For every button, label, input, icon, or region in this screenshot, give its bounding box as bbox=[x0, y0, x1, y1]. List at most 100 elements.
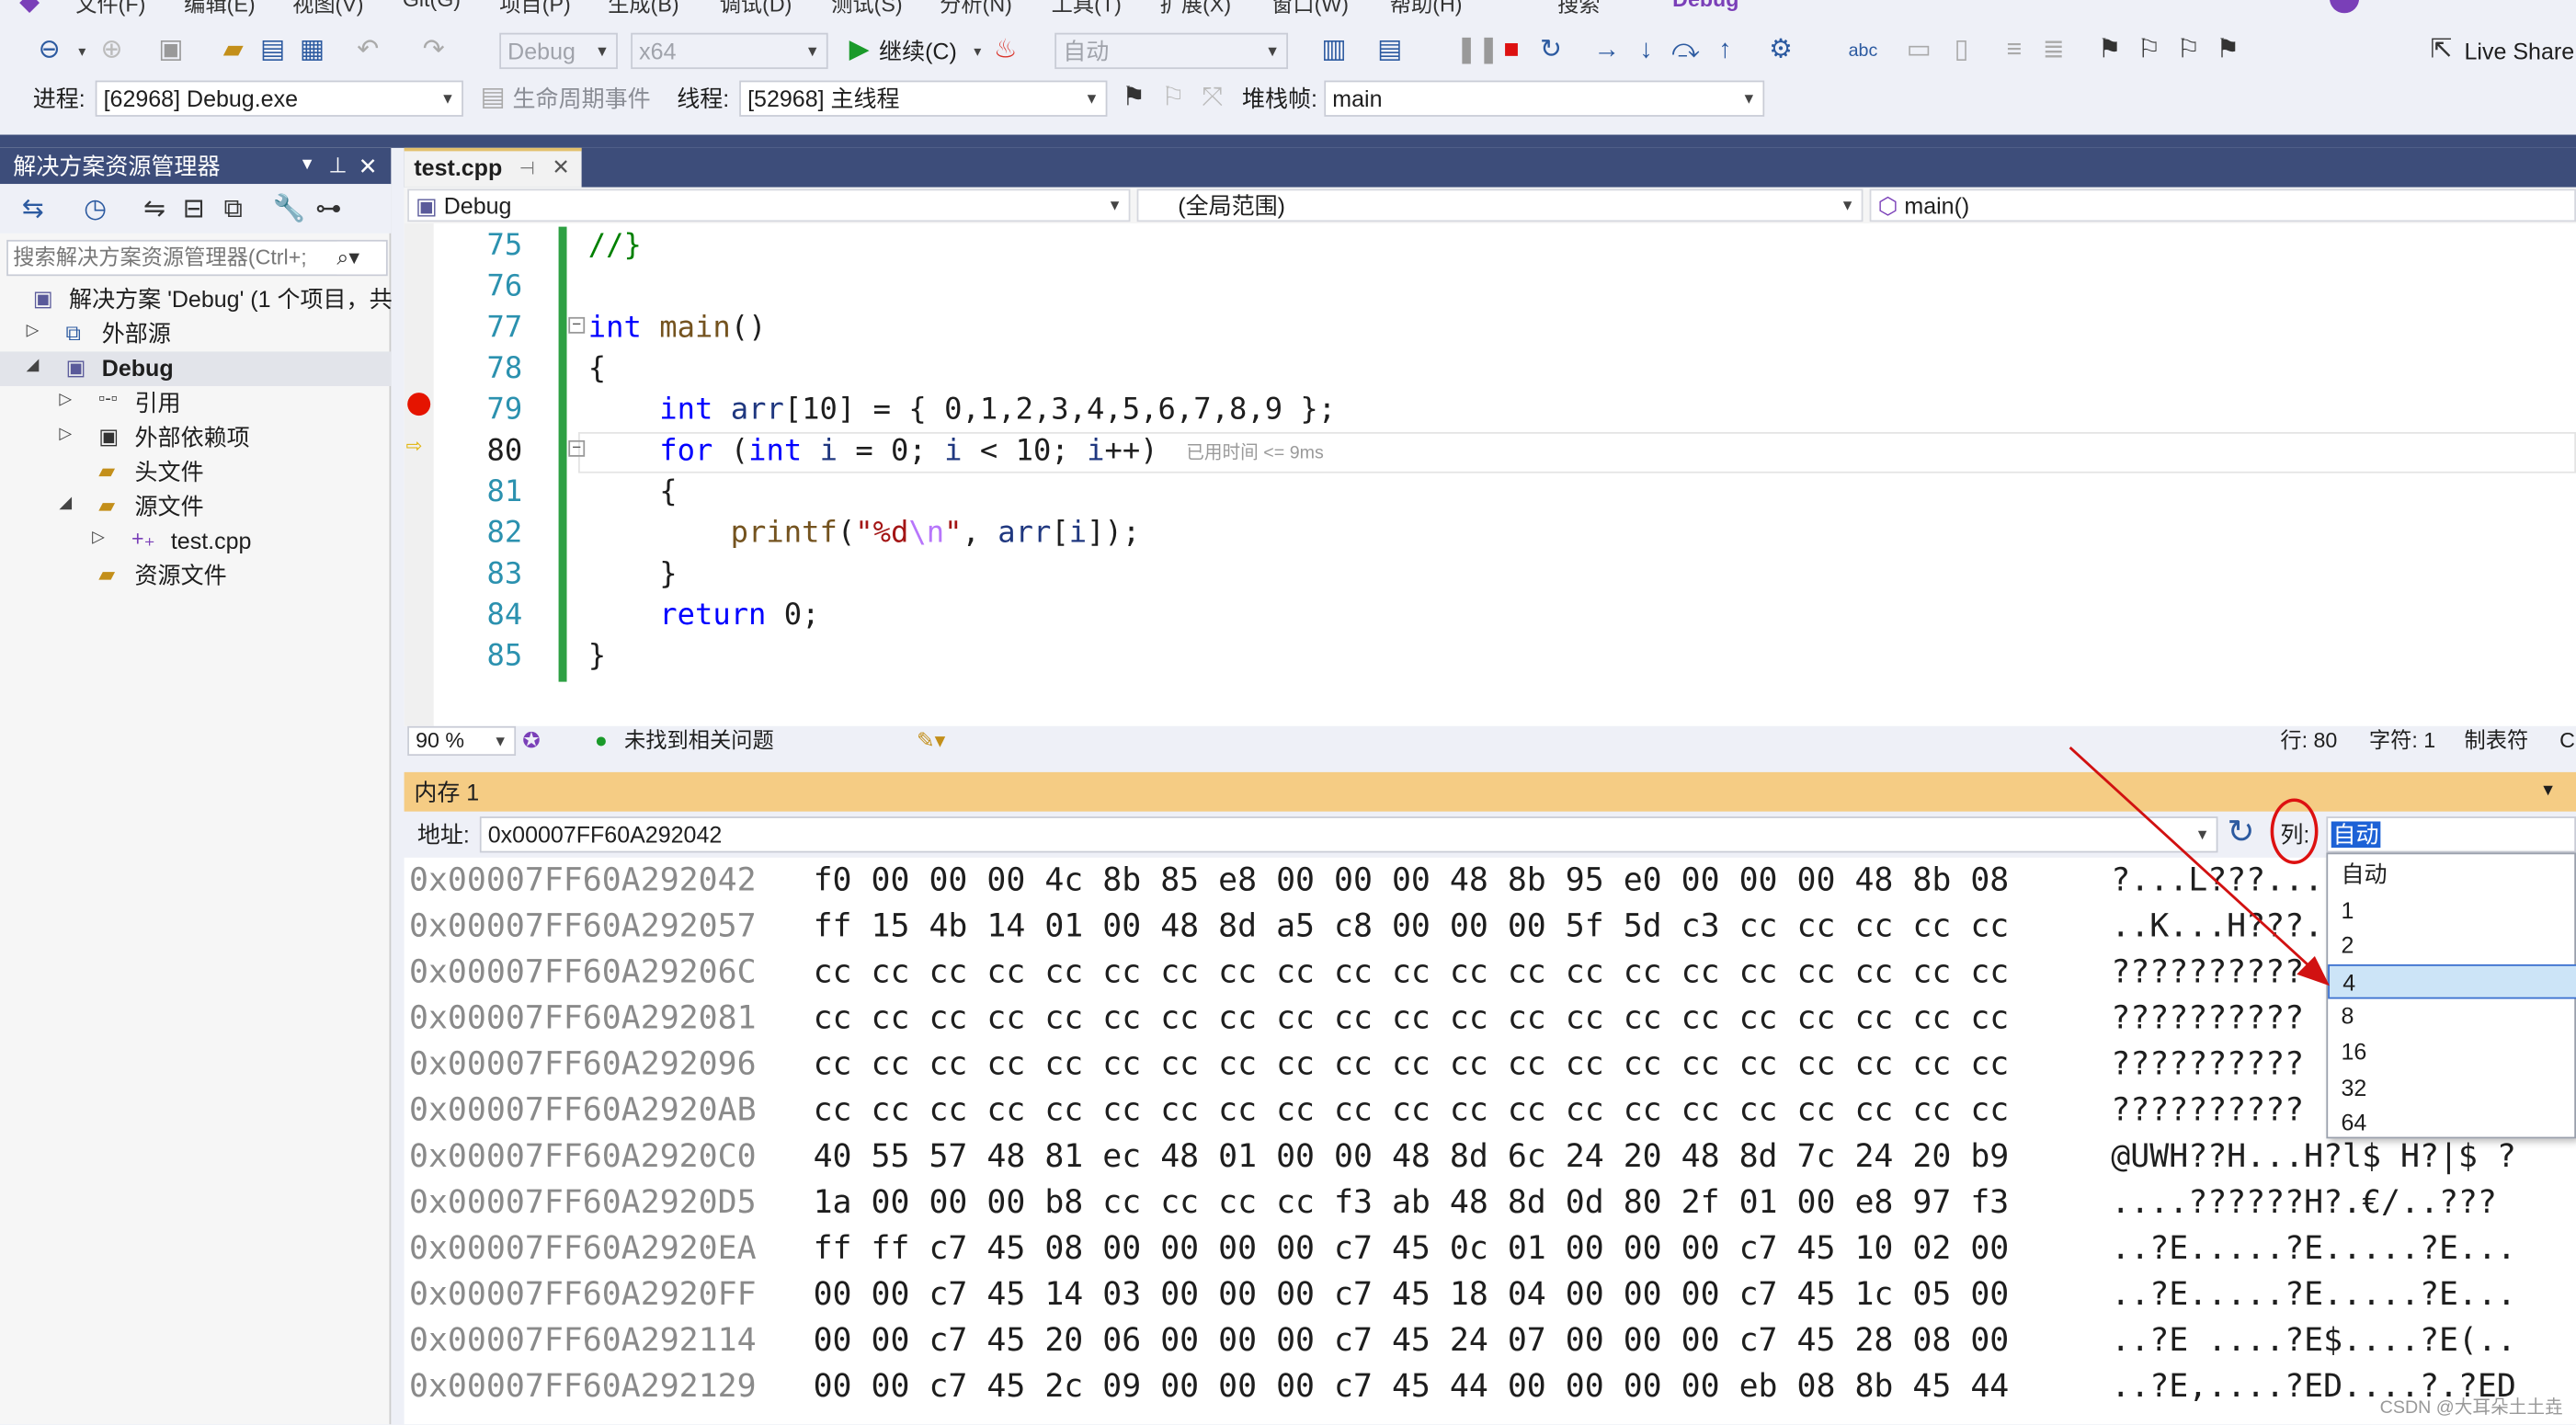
memory-hex-bytes[interactable]: cc cc cc cc cc cc cc cc cc cc cc cc cc c… bbox=[814, 1042, 2010, 1088]
memory-hex-bytes[interactable]: 00 00 c7 45 2c 09 00 00 00 c7 45 44 00 0… bbox=[814, 1363, 2010, 1409]
memory-hex-bytes[interactable]: cc cc cc cc cc cc cc cc cc cc cc cc cc c… bbox=[814, 1088, 2010, 1134]
new-project-icon[interactable]: ▣ bbox=[154, 35, 188, 68]
code-editor[interactable]: ⇨ 75 76 77 78 79 80 81 82 83 84 85 − − /… bbox=[404, 223, 2576, 726]
search-icon[interactable]: ⌕▾ bbox=[336, 241, 383, 275]
stop-icon[interactable]: ■ bbox=[1495, 35, 1528, 68]
hex-display-icon[interactable]: ⚙ bbox=[1764, 35, 1797, 68]
collapse-icon[interactable]: ◢ bbox=[59, 495, 72, 513]
switch-views-icon[interactable]: ⇆ bbox=[17, 194, 50, 227]
columns-option[interactable]: 自动 bbox=[2328, 858, 2576, 894]
uncomment-icon[interactable]: ▯ bbox=[1945, 35, 1978, 68]
line-ending-indicator[interactable]: C bbox=[2559, 726, 2575, 756]
memory-hex-bytes[interactable]: 00 00 c7 45 14 03 00 00 00 c7 45 18 04 0… bbox=[814, 1271, 2010, 1317]
memory-hex-bytes[interactable]: cc cc cc cc cc cc cc cc cc cc cc cc cc c… bbox=[814, 996, 2010, 1042]
tab-test-cpp[interactable]: test.cpp ⊣ ✕ bbox=[404, 147, 582, 188]
close-icon[interactable]: ✕ bbox=[552, 151, 569, 184]
live-share-icon[interactable]: ⇱ bbox=[2425, 35, 2458, 68]
memory-hex-bytes[interactable]: 40 55 57 48 81 ec 48 01 00 00 48 8d 6c 2… bbox=[814, 1134, 2010, 1180]
tree-item-external-dependencies[interactable]: 外部依赖项 bbox=[135, 420, 250, 455]
function-nav-select[interactable]: ⬡ main() bbox=[1869, 188, 2576, 222]
indicator-margin[interactable] bbox=[404, 223, 434, 726]
show-all-files-icon[interactable]: ⧉ bbox=[217, 194, 250, 227]
dropdown-icon[interactable]: ▼ bbox=[2540, 772, 2557, 812]
dropdown-icon[interactable]: ▼ bbox=[299, 148, 315, 184]
spell-check-icon[interactable]: abc bbox=[1847, 35, 1880, 68]
back-icon[interactable]: ⊖ bbox=[33, 35, 66, 68]
fold-icon[interactable]: − bbox=[568, 439, 586, 457]
memory-ascii[interactable]: ..?E.....?E.....?E... bbox=[2111, 1271, 2516, 1317]
columns-option[interactable]: 16 bbox=[2328, 1035, 2576, 1071]
prev-bookmark-icon[interactable]: ⚐ bbox=[2133, 35, 2166, 68]
issues-status[interactable]: 未找到相关问题 bbox=[624, 726, 774, 756]
menu-window[interactable]: 窗口(W) bbox=[1271, 0, 1349, 17]
continue-play-icon[interactable]: ▶ bbox=[843, 35, 876, 68]
memory-ascii[interactable]: ?...L???... bbox=[2111, 858, 2323, 904]
cleanup-brush-icon[interactable]: ✎▾ bbox=[917, 726, 945, 756]
save-icon[interactable]: ▤ bbox=[256, 35, 290, 68]
zoom-select[interactable]: 90 % ▼ bbox=[407, 725, 517, 757]
step-over-icon[interactable]: ⤼ bbox=[1670, 35, 1703, 68]
pause-icon[interactable]: ❚❚ bbox=[1455, 35, 1499, 68]
avatar[interactable] bbox=[2329, 0, 2360, 14]
scope-nav-select[interactable]: (全局范围) ▼ bbox=[1136, 188, 1864, 222]
flag-all-icon[interactable]: ⚐ bbox=[1157, 82, 1190, 115]
memory-ascii[interactable]: ..?E ....?E$....?E(.. bbox=[2111, 1317, 2516, 1363]
hot-reload-icon[interactable]: ♨ bbox=[989, 35, 1022, 68]
forward-icon[interactable]: ⊕ bbox=[96, 35, 129, 68]
continue-button[interactable]: 继续(C) bbox=[879, 33, 957, 69]
columns-dropdown-list[interactable]: 自动 1 2 4 8 16 32 64 bbox=[2326, 852, 2576, 1139]
address-input[interactable]: 0x00007FF60A292042 ▼ bbox=[479, 816, 2218, 853]
clear-flags-icon[interactable]: ⤧ bbox=[1196, 82, 1229, 115]
menu-tools[interactable]: 工具(T) bbox=[1052, 0, 1122, 17]
memory-ascii[interactable]: ?????????? bbox=[2111, 996, 2304, 1042]
menu-git[interactable]: Git(G) bbox=[403, 0, 461, 12]
perf-tip[interactable]: 已用时间 <= 9ms bbox=[1186, 439, 1324, 465]
tree-item-resource-files[interactable]: 资源文件 bbox=[135, 559, 227, 594]
undo-icon[interactable]: ↶ bbox=[351, 35, 384, 68]
expand-icon[interactable]: ▷ bbox=[59, 391, 72, 409]
show-next-statement-icon[interactable]: → bbox=[1590, 35, 1624, 68]
breakpoint-icon[interactable] bbox=[407, 393, 431, 416]
menu-build[interactable]: 生成(B) bbox=[608, 0, 678, 17]
window-layout-icon[interactable]: ▤ bbox=[1373, 35, 1407, 68]
step-out-icon[interactable]: ↑ bbox=[1708, 35, 1741, 68]
menu-file[interactable]: 文件(F) bbox=[75, 0, 145, 17]
back-dropdown-icon[interactable]: ▾ bbox=[65, 35, 98, 68]
auto-select[interactable]: 自动 ▼ bbox=[1054, 32, 1289, 70]
platform-select[interactable]: x64 ▼ bbox=[631, 32, 828, 70]
collapse-all-icon[interactable]: ⊟ bbox=[177, 194, 211, 227]
menu-project[interactable]: 项目(P) bbox=[499, 0, 570, 17]
memory-ascii[interactable]: ..K...H???. bbox=[2111, 904, 2323, 950]
expand-icon[interactable]: ▷ bbox=[92, 529, 105, 547]
columns-option[interactable]: 8 bbox=[2328, 999, 2576, 1035]
pin-icon[interactable]: ⊥ bbox=[328, 148, 347, 184]
menu-debug[interactable]: 调试(D) bbox=[720, 0, 792, 17]
redo-icon[interactable]: ↷ bbox=[417, 35, 450, 68]
bookmark-icon[interactable]: ⚑ bbox=[2093, 35, 2126, 68]
intellicode-icon[interactable]: ✪ bbox=[522, 726, 540, 756]
memory-grid[interactable]: 0x00007FF60A292042 f0 00 00 00 4c 8b 85 e… bbox=[404, 857, 2576, 1425]
expand-icon[interactable]: ▷ bbox=[27, 322, 40, 340]
project-nav-select[interactable]: ▣ Debug ▼ bbox=[407, 188, 1131, 222]
comment-icon[interactable]: ▭ bbox=[1902, 35, 1935, 68]
tree-item-project-debug[interactable]: Debug bbox=[102, 351, 174, 386]
tree-item-references[interactable]: 引用 bbox=[135, 386, 181, 421]
columns-option[interactable]: 1 bbox=[2328, 893, 2576, 929]
tab-mode-indicator[interactable]: 制表符 bbox=[2465, 726, 2529, 756]
tree-item-header-files[interactable]: 头文件 bbox=[135, 455, 204, 490]
flag-icon[interactable]: ⚑ bbox=[1117, 82, 1150, 115]
memory-hex-bytes[interactable]: 00 00 c7 45 20 06 00 00 00 c7 45 24 07 0… bbox=[814, 1317, 2010, 1363]
tree-item-test-cpp[interactable]: test.cpp bbox=[171, 524, 252, 559]
memory-ascii[interactable]: ?????????? bbox=[2111, 1088, 2304, 1134]
lifecycle-events-button[interactable]: 生命周期事件 bbox=[513, 81, 651, 117]
menu-test[interactable]: 测试(S) bbox=[831, 0, 902, 17]
menu-extensions[interactable]: 扩展(X) bbox=[1160, 0, 1231, 17]
tree-item-source-files[interactable]: 源文件 bbox=[135, 490, 204, 525]
menu-search[interactable]: 搜索 bbox=[1557, 0, 1600, 17]
menu-view[interactable]: 视图(V) bbox=[292, 0, 363, 17]
fold-icon[interactable]: − bbox=[568, 316, 586, 334]
history-icon[interactable]: ◷ bbox=[79, 194, 112, 227]
menu-analyze[interactable]: 分析(N) bbox=[940, 0, 1012, 17]
browse-icon[interactable]: ▥ bbox=[1317, 35, 1351, 68]
outdent-icon[interactable]: ≡ bbox=[1998, 35, 2031, 68]
